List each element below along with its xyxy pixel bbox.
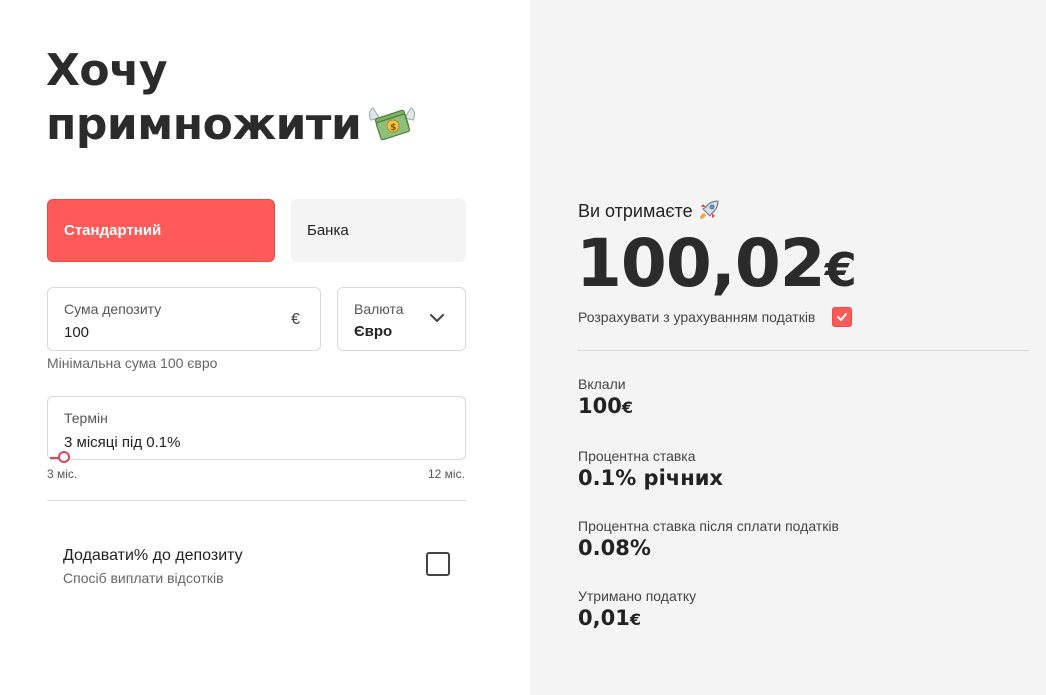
term-label: Термін [64,410,108,426]
interest-rate-label: Процентна ставка [578,448,696,464]
total-amount: 100,02€ [576,222,857,312]
invested-amount: 100 [578,394,622,418]
money-with-wings-icon: $ [369,107,416,141]
interest-rate-value: 0.1% річних [578,466,723,490]
deposit-amount-input[interactable] [64,324,244,341]
term-slider-max-label: 12 міс. [428,467,465,481]
tax-withheld-value: 0,01€ [578,606,641,630]
add-interest-checkbox[interactable] [426,552,450,576]
tax-withheld-amount: 0,01 [578,606,630,630]
tax-calc-label: Розрахувати з урахуванням податків [578,309,816,325]
net-interest-rate-value: 0.08% [578,536,651,560]
deposit-amount-label: Сума депозиту [64,301,162,317]
amount-hint: Мінімальна сума 100 євро [47,355,218,371]
receive-heading-text: Ви отримаєте [578,200,693,221]
currency-value: Євро [354,323,393,340]
currency-label: Валюта [354,301,404,317]
total-currency: € [824,243,857,297]
currency-select[interactable]: Валюта Євро [337,287,466,351]
term-value: 3 місяці під 0.1% [64,434,181,451]
title-line-2: примножити $ [46,98,486,152]
euro-icon: € [291,311,300,328]
tab-standard-label: Стандартний [64,222,162,239]
tax-withheld-currency: € [629,610,641,629]
invested-label: Вклали [578,376,626,392]
term-slider-track[interactable] [50,456,464,458]
add-interest-label: Додавати% до депозиту [63,547,243,564]
rocket-icon [699,200,719,219]
tab-bank[interactable]: Банка [291,199,466,262]
term-field[interactable]: Термін 3 місяці під 0.1% [47,396,466,460]
net-interest-rate-label: Процентна ставка після сплати податків [578,518,839,534]
form-divider [47,500,466,501]
total-value: 100,02 [576,225,826,302]
title-line-1: Хочу [46,45,168,96]
deposit-amount-field[interactable]: Сума депозиту € [47,287,321,351]
invested-currency: € [621,398,633,417]
tab-bank-label: Банка [307,222,349,239]
add-interest-sublabel: Спосіб виплати відсотків [63,570,224,586]
tax-withheld-label: Утримано податку [578,588,697,604]
svg-text:$: $ [390,123,396,133]
tab-standard[interactable]: Стандартний [47,199,275,262]
term-slider-min-label: 3 міс. [47,467,78,481]
invested-value: 100€ [578,394,633,418]
checkmark-icon [837,313,847,321]
chevron-down-icon [430,314,444,322]
tax-calc-checkbox[interactable] [832,307,852,327]
title-line-2-text: примножити [46,99,362,150]
receive-heading: Ви отримаєте [578,200,721,224]
page-title: Хочу примножити $ [46,44,486,152]
result-divider [578,350,1029,351]
term-slider-thumb[interactable] [58,451,70,463]
